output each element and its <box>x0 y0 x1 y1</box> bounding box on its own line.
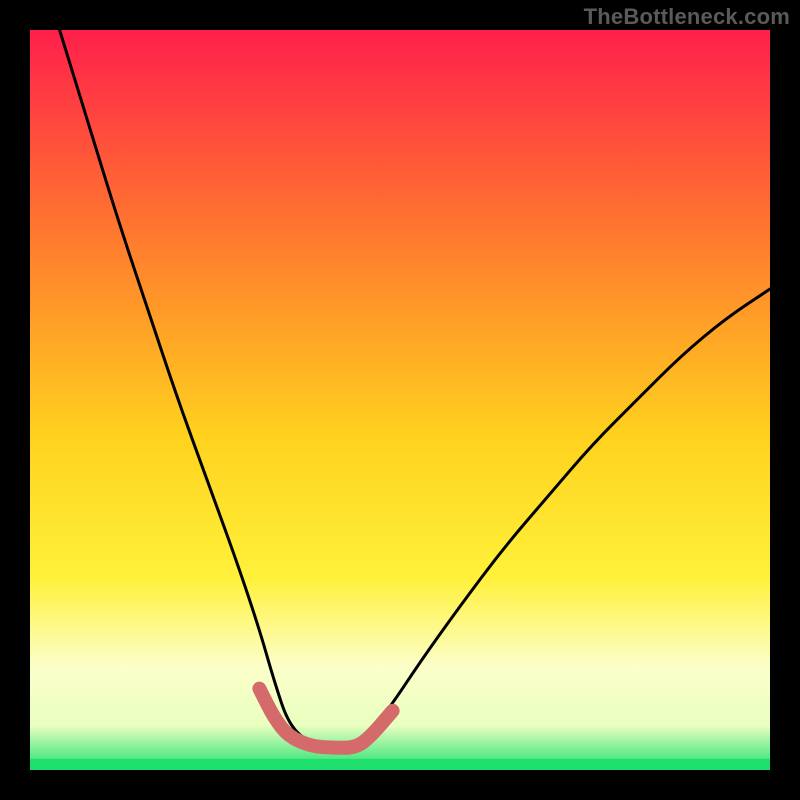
green-floor-band <box>30 759 770 770</box>
plot-background-gradient <box>30 30 770 770</box>
watermark-text: TheBottleneck.com <box>584 4 790 30</box>
chart-frame: TheBottleneck.com <box>0 0 800 800</box>
bottleneck-chart <box>0 0 800 800</box>
